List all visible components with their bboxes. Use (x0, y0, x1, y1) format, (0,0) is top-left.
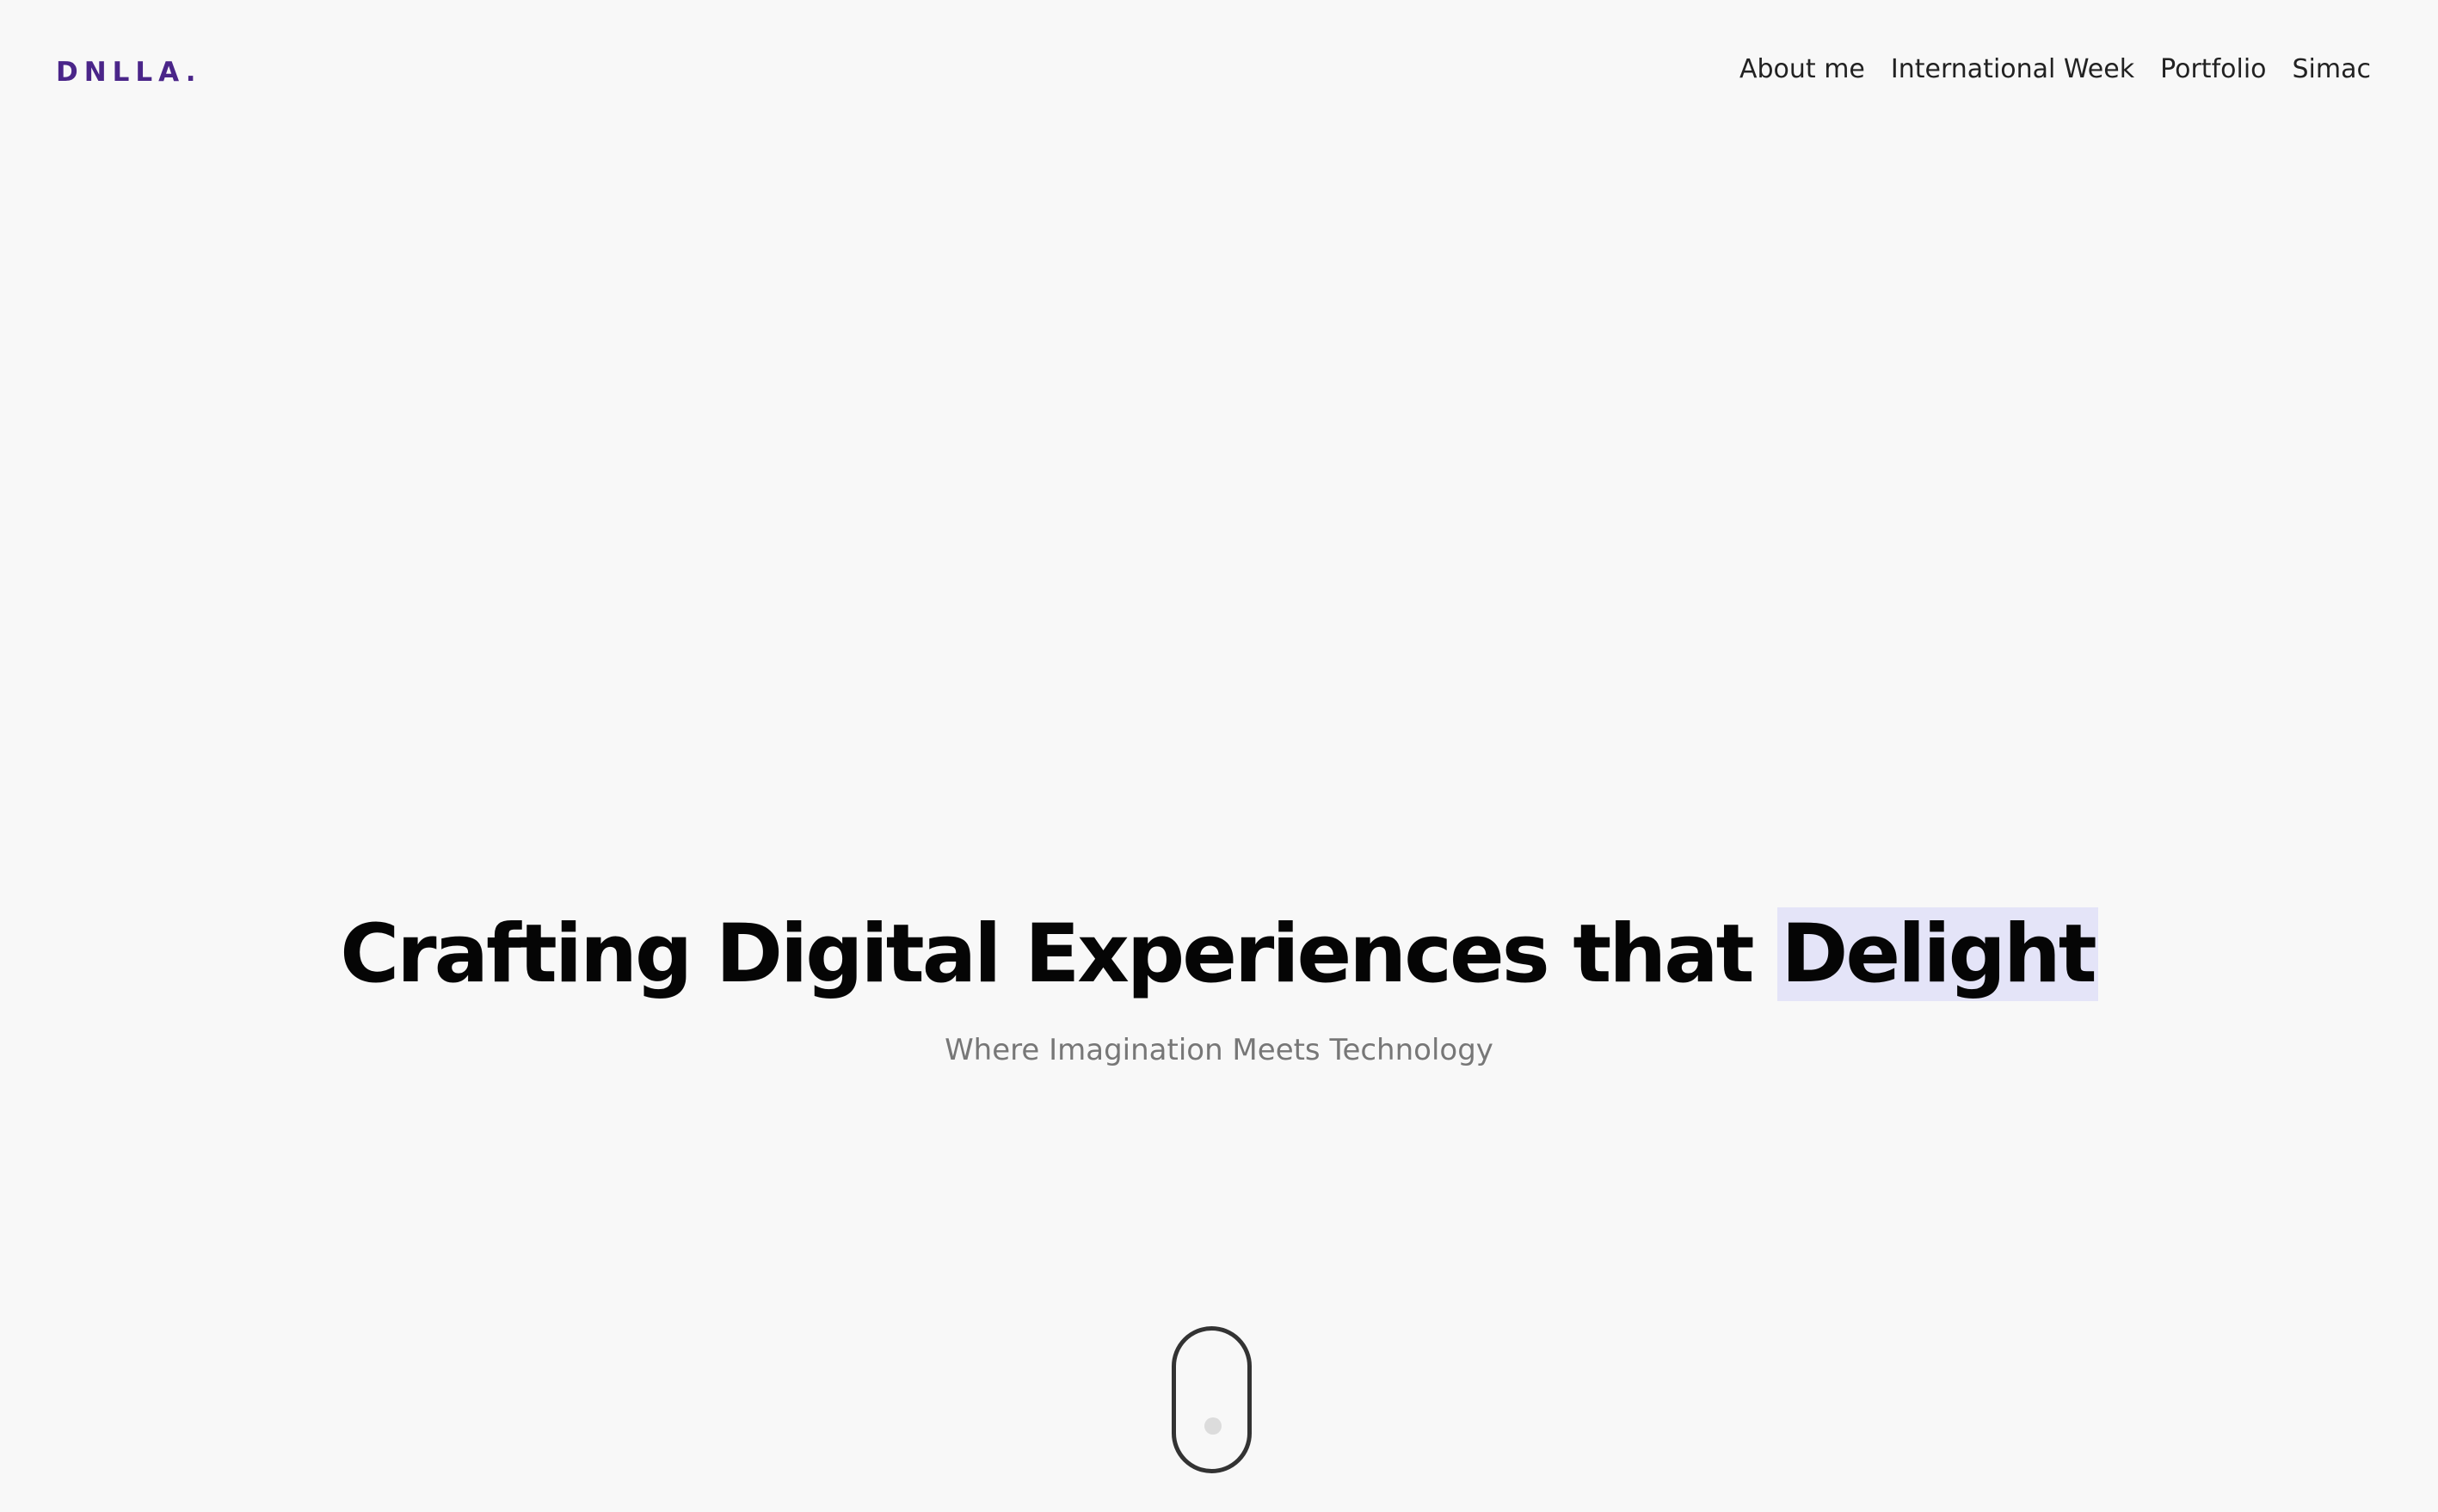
nav-link-simac[interactable]: Simac (2293, 50, 2371, 89)
hero-headline: Crafting Digital Experiences that Deligh… (0, 886, 2438, 1023)
logo[interactable]: DNLLA. (56, 53, 202, 91)
site-header: DNLLA. About me International Week Portf… (0, 0, 2438, 142)
hero-section: Crafting Digital Experiences that Deligh… (0, 886, 2438, 1072)
hero-headline-main: Crafting Digital Experiences that (340, 907, 1754, 1001)
hero-headline-highlight: Delight (1777, 907, 2098, 1001)
nav-link-international-week[interactable]: International Week (1891, 50, 2134, 89)
main-nav: About me International Week Portfolio Si… (1739, 50, 2371, 89)
nav-link-about-me[interactable]: About me (1739, 50, 1865, 89)
mouse-scroll-icon[interactable] (1172, 1326, 1252, 1473)
nav-link-portfolio[interactable]: Portfolio (2160, 50, 2266, 89)
scroll-wheel-dot (1204, 1417, 1222, 1435)
hero-subtitle: Where Imagination Meets Technology (945, 1033, 1493, 1067)
